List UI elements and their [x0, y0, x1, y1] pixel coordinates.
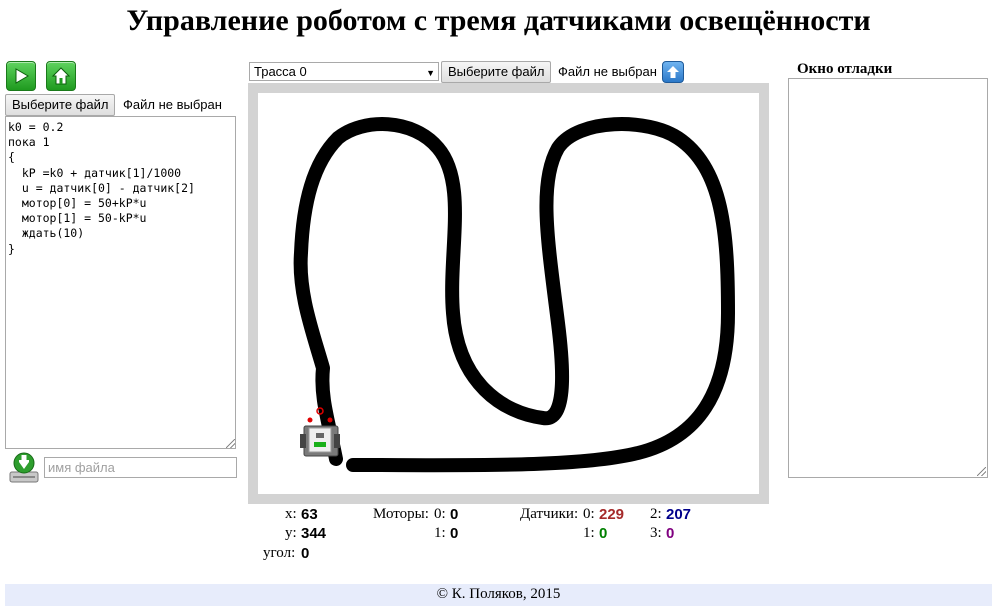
sensor1-label: 1: [583, 525, 595, 541]
program-code-editor[interactable]: k0 = 0.2 пока 1 { kP =k0 + датчик[1]/100… [5, 116, 236, 449]
run-button[interactable] [6, 61, 36, 91]
sensor0-value: 229 [599, 506, 625, 523]
play-icon [15, 68, 29, 84]
x-label: x: [285, 506, 297, 522]
chevron-down-icon: ▼ [426, 68, 435, 78]
home-button[interactable] [46, 61, 76, 91]
sensor0-label: 0: [583, 506, 595, 522]
sensor1-value: 0 [599, 525, 608, 542]
page-title: Управление роботом с тремя датчиками осв… [126, 4, 871, 37]
save-button[interactable] [8, 452, 40, 484]
upload-icon [667, 66, 679, 78]
download-icon [9, 452, 39, 483]
motors-label: Моторы: [373, 506, 429, 522]
program-file-status: Файл не выбран [123, 97, 222, 112]
motor0-label: 0: [434, 506, 446, 522]
track-upload-button[interactable] [662, 61, 684, 83]
track-field[interactable] [258, 93, 759, 494]
sensor3-label: 3: [650, 525, 662, 541]
y-value: 344 [301, 525, 327, 542]
track-select[interactable]: Трасса 0 ▼ [249, 62, 439, 81]
sensor3-value: 0 [666, 525, 675, 542]
angle-value: 0 [301, 545, 310, 562]
resize-handle-debug[interactable] [977, 467, 986, 476]
sensors-label: Датчики: [520, 506, 579, 522]
track-file-status: Файл не выбран [558, 64, 657, 79]
x-value: 63 [301, 506, 318, 523]
footer-text: © К. Поляков, 2015 [436, 586, 561, 602]
home-icon [51, 67, 71, 85]
angle-label: угол: [263, 545, 296, 561]
track-canvas [293, 117, 735, 473]
debug-window[interactable] [788, 78, 988, 478]
filename-input[interactable]: имя файла [44, 457, 237, 478]
footer: © К. Поляков, 2015 [5, 584, 992, 606]
track-field-frame [248, 83, 769, 504]
debug-title: Окно отладки [797, 61, 893, 77]
track-file-button[interactable]: Выберите файл [441, 61, 552, 83]
sensor2-value: 207 [666, 506, 692, 523]
motor1-value: 0 [450, 525, 459, 542]
motor0-value: 0 [450, 506, 459, 523]
program-file-button[interactable]: Выберите файл [5, 94, 116, 116]
track-line [293, 117, 735, 473]
motor1-label: 1: [434, 525, 446, 541]
sensor2-label: 2: [650, 506, 662, 522]
y-label: y: [285, 525, 297, 541]
resize-handle-code[interactable] [225, 438, 235, 448]
track-select-value: Трасса 0 [254, 64, 307, 79]
